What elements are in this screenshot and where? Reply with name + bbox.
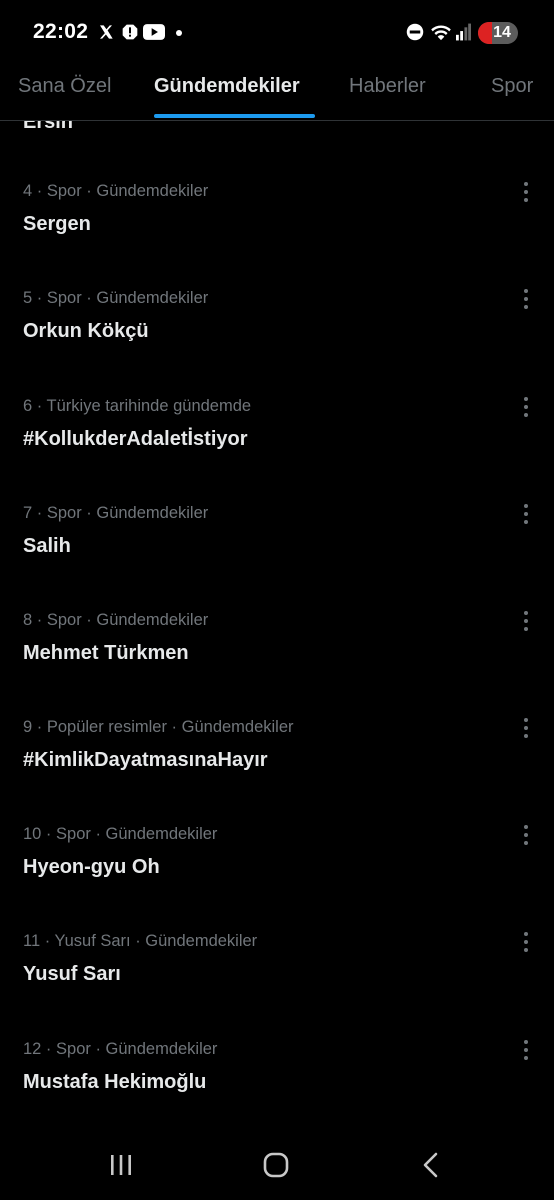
trend-item[interactable]: 5 · Spor · Gündemdekiler Orkun Kökçü bbox=[0, 289, 554, 396]
tab-sana-ozel[interactable]: Sana Özel bbox=[18, 75, 111, 98]
trend-item[interactable]: 10 · Spor · Gündemdekiler Hyeon-gyu Oh bbox=[0, 825, 554, 932]
alert-icon bbox=[122, 24, 138, 40]
more-vertical-icon[interactable] bbox=[514, 287, 538, 311]
back-icon[interactable] bbox=[411, 1149, 451, 1181]
youtube-icon bbox=[143, 24, 165, 40]
more-vertical-icon[interactable] bbox=[514, 180, 538, 204]
more-vertical-icon[interactable] bbox=[514, 823, 538, 847]
trend-item[interactable]: 6 · Türkiye tarihinde gündemde #Kollukde… bbox=[0, 397, 554, 504]
trend-meta: 6 · Türkiye tarihinde gündemde bbox=[23, 397, 252, 415]
x-logo-icon bbox=[100, 25, 113, 39]
trend-meta: 5 · Spor · Gündemdekiler bbox=[23, 289, 209, 307]
notification-dot-icon bbox=[176, 30, 182, 36]
trend-title: Yusuf Sarı bbox=[23, 963, 121, 985]
trend-meta: 8 · Spor · Gündemdekiler bbox=[23, 611, 209, 629]
trend-title: Hyeon-gyu Oh bbox=[23, 856, 160, 878]
trend-title: Salih bbox=[23, 535, 71, 557]
trend-item[interactable]: 7 · Spor · Gündemdekiler Salih bbox=[0, 504, 554, 611]
more-vertical-icon[interactable] bbox=[514, 1038, 538, 1062]
trend-title: #KimlikDayatmasınaHayır bbox=[23, 749, 268, 771]
active-tab-indicator bbox=[154, 114, 315, 118]
trend-meta: 9 · Popüler resimler · Gündemdekiler bbox=[23, 718, 294, 736]
trend-list: Ersin 4 · Spor · Gündemdekiler Sergen 5 … bbox=[0, 121, 554, 1131]
tab-spor[interactable]: Spor bbox=[491, 75, 533, 98]
trend-item[interactable]: 9 · Popüler resimler · Gündemdekiler #Ki… bbox=[0, 718, 554, 825]
trend-meta: 12 · Spor · Gündemdekiler bbox=[23, 1040, 218, 1058]
tab-gundemdekiler[interactable]: Gündemdekiler bbox=[154, 75, 300, 98]
explore-tabs: Sana Özel Gündemdekiler Haberler Spor bbox=[0, 64, 554, 121]
do-not-disturb-icon bbox=[406, 23, 424, 41]
home-icon[interactable] bbox=[256, 1149, 296, 1181]
signal-icon bbox=[456, 23, 471, 41]
partial-trend-title: Ersin bbox=[23, 121, 74, 133]
trend-item[interactable]: 11 · Yusuf Sarı · Gündemdekiler Yusuf Sa… bbox=[0, 932, 554, 1039]
trend-title: Orkun Kökçü bbox=[23, 320, 149, 342]
wifi-icon bbox=[431, 25, 451, 41]
trend-title: Mehmet Türkmen bbox=[23, 642, 189, 664]
trend-title: Mustafa Hekimoğlu bbox=[23, 1071, 207, 1093]
recents-icon[interactable] bbox=[101, 1149, 141, 1181]
trend-meta: 10 · Spor · Gündemdekiler bbox=[23, 825, 218, 843]
trend-title: #KollukderAdaletİstiyor bbox=[23, 428, 248, 450]
battery-indicator: 14 bbox=[478, 22, 518, 44]
status-bar: 22:02 14 bbox=[0, 0, 554, 64]
more-vertical-icon[interactable] bbox=[514, 609, 538, 633]
more-vertical-icon[interactable] bbox=[514, 395, 538, 419]
trend-item[interactable]: 4 · Spor · Gündemdekiler Sergen bbox=[0, 182, 554, 289]
battery-level: 14 bbox=[493, 24, 511, 41]
trend-item[interactable]: 8 · Spor · Gündemdekiler Mehmet Türkmen bbox=[0, 611, 554, 718]
trend-meta: 4 · Spor · Gündemdekiler bbox=[23, 182, 209, 200]
more-vertical-icon[interactable] bbox=[514, 716, 538, 740]
status-time: 22:02 bbox=[33, 20, 89, 43]
trend-title: Sergen bbox=[23, 213, 91, 235]
tab-haberler[interactable]: Haberler bbox=[349, 75, 426, 98]
trend-meta: 11 · Yusuf Sarı · Gündemdekiler bbox=[23, 932, 258, 950]
trend-item[interactable]: 12 · Spor · Gündemdekiler Mustafa Hekimo… bbox=[0, 1040, 554, 1131]
more-vertical-icon[interactable] bbox=[514, 930, 538, 954]
more-vertical-icon[interactable] bbox=[514, 502, 538, 526]
system-nav-bar bbox=[0, 1131, 554, 1200]
trend-meta: 7 · Spor · Gündemdekiler bbox=[23, 504, 209, 522]
